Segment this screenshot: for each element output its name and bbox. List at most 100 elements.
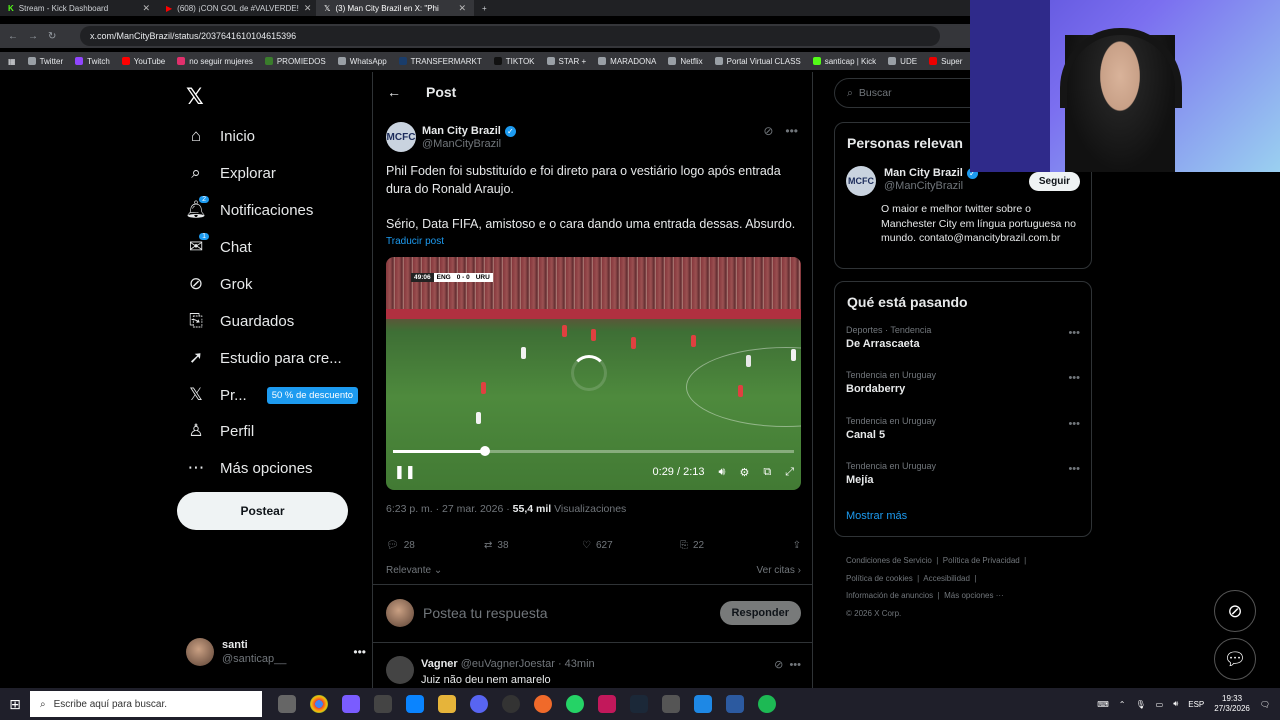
pip-icon[interactable]: ⧉ — [763, 466, 771, 479]
discord-icon[interactable] — [470, 695, 488, 713]
bookmark-action[interactable]: ⎘ 22 — [680, 540, 778, 551]
store-icon[interactable] — [406, 695, 424, 713]
back-icon[interactable]: ← — [8, 31, 20, 42]
author-avatar[interactable]: MCFC — [386, 122, 416, 152]
post-button[interactable]: Postear — [177, 492, 348, 530]
nav-item-explorar[interactable]: ⌕ Explorar — [186, 163, 276, 183]
grok-float-button[interactable]: ⊘ — [1214, 590, 1256, 632]
account-switcher[interactable]: santi @santicap__ ••• — [186, 638, 366, 666]
close-icon[interactable]: ✕ — [458, 3, 466, 14]
chrome-icon[interactable] — [310, 695, 328, 713]
trend-item[interactable]: Tendencia en Uruguay Mejía ••• — [846, 461, 1080, 486]
rel-handle[interactable]: @ManCityBrazil — [884, 180, 978, 192]
author-name[interactable]: Man City Brazil — [422, 124, 501, 138]
task-view-icon[interactable] — [278, 695, 296, 713]
nav-item-mas-opciones[interactable]: ⋯ Más opciones — [186, 458, 313, 478]
nav-item-notificaciones[interactable]: 🔔︎ 2 Notificaciones — [185, 196, 313, 220]
post-author[interactable]: MCFC Man City Brazil ✓ @ManCityBrazil — [386, 122, 516, 152]
relevant-person[interactable]: MCFC Man City Brazil ✓ @ManCityBrazil — [846, 166, 978, 196]
taskbar-search-input[interactable]: ⌕ Escribe aquí para buscar. — [30, 691, 262, 717]
more-icon[interactable]: ••• — [353, 645, 366, 659]
url-field[interactable]: x.com/ManCityBrazil/status/2037641610104… — [80, 26, 940, 46]
microphone-icon[interactable]: 🎙︎ — [1135, 700, 1145, 709]
shield-icon[interactable] — [726, 695, 744, 713]
app-icon[interactable] — [374, 695, 392, 713]
nav-item-chat[interactable]: ✉ 1 Chat — [186, 233, 252, 257]
chevron-up-icon[interactable]: ⌃ — [1119, 700, 1126, 709]
network-icon[interactable]: ▭ — [1156, 700, 1164, 709]
nav-item-premium[interactable]: 𝕏 Pr... 50 % de descuento — [186, 385, 359, 405]
footer-link[interactable]: Información de anuncios — [846, 591, 933, 600]
pause-icon[interactable]: ❚❚ — [394, 464, 416, 480]
show-more-link[interactable]: Mostrar más — [846, 510, 907, 522]
reply-input[interactable]: Postea tu respuesta — [423, 605, 548, 621]
like-action[interactable]: ♡ 627 — [582, 540, 680, 551]
author-handle[interactable]: @ManCityBrazil — [422, 138, 516, 150]
reload-icon[interactable]: ↻ — [48, 31, 60, 42]
close-icon[interactable]: ✕ — [304, 3, 312, 14]
bookmark-item[interactable]: Twitter — [27, 57, 63, 66]
footer-link[interactable]: Política de cookies — [846, 574, 913, 583]
bookmark-item[interactable]: Portal Virtual CLASS — [714, 57, 801, 66]
video-player[interactable]: 49:06 ENG 0 - 0 URU ❚❚ 0:29 / 2:13 🔊︎ ⚙ … — [386, 257, 801, 490]
reply-author-name[interactable]: Vagner — [421, 658, 458, 670]
folder-icon[interactable] — [438, 695, 456, 713]
obs-icon[interactable] — [502, 695, 520, 713]
rel-name[interactable]: Man City Brazil — [884, 166, 963, 180]
author-avatar[interactable]: MCFC — [846, 166, 876, 196]
copilot-icon[interactable] — [342, 695, 360, 713]
sort-dropdown[interactable]: Relevante ⌄ — [386, 565, 442, 576]
reply-action[interactable]: 💬︎ 28 — [386, 540, 484, 551]
trend-item[interactable]: Deportes · Tendencia De Arrascaeta ••• — [846, 325, 1080, 350]
apps-icon[interactable]: ▦ — [8, 57, 16, 66]
bookmark-item[interactable]: TIKTOK — [493, 57, 535, 66]
close-icon[interactable]: ✕ — [142, 3, 150, 14]
grok-icon[interactable]: ⊘ — [763, 124, 773, 138]
more-icon[interactable]: ••• — [1068, 418, 1080, 430]
footer-link[interactable]: Más opciones ··· — [944, 591, 1004, 600]
video-progress-bar[interactable] — [393, 446, 794, 456]
app-icon[interactable] — [598, 695, 616, 713]
more-icon[interactable]: ••• — [789, 659, 801, 671]
grok-icon[interactable]: ⊘ — [774, 659, 783, 671]
bookmark-item[interactable]: Super — [929, 57, 962, 66]
app-icon[interactable] — [662, 695, 680, 713]
bookmark-item[interactable]: no seguir mujeres — [177, 57, 253, 66]
steam-icon[interactable] — [630, 695, 648, 713]
nav-item-inicio[interactable]: ⌂ Inicio — [186, 126, 255, 146]
volume-icon[interactable]: 🔊︎ — [1173, 699, 1178, 709]
quotes-link[interactable]: Ver citas › — [757, 565, 801, 576]
browser-tab-kick[interactable]: K Stream - Kick Dashboard ✕ — [0, 0, 158, 16]
app-icon[interactable] — [534, 695, 552, 713]
more-icon[interactable]: ••• — [1068, 372, 1080, 384]
more-icon[interactable]: ••• — [1068, 463, 1080, 475]
back-arrow-icon[interactable]: ← — [387, 84, 401, 100]
bookmark-item[interactable]: WhatsApp — [337, 57, 387, 66]
chat-float-button[interactable]: 💬︎ — [1214, 638, 1256, 680]
translate-link[interactable]: Traducir post — [386, 236, 444, 247]
trend-item[interactable]: Tendencia en Uruguay Bordaberry ••• — [846, 370, 1080, 395]
more-icon[interactable]: ••• — [1068, 327, 1080, 339]
bookmark-item[interactable]: UDE — [888, 57, 917, 66]
bookmark-item[interactable]: PROMIEDOS — [264, 57, 326, 66]
footer-link[interactable]: Accesibilidad — [923, 574, 970, 583]
browser-tab-youtube[interactable]: ▶ (608) ¡CON GOL de #VALVERDE! ✕ — [158, 0, 316, 16]
avatar[interactable] — [386, 656, 414, 684]
forward-icon[interactable]: → — [28, 31, 40, 42]
settings-icon[interactable]: ⚙ — [739, 466, 749, 479]
bookmark-item[interactable]: STAR + — [546, 57, 586, 66]
reply-button[interactable]: Responder — [719, 601, 801, 625]
bookmark-item[interactable]: Twitch — [75, 57, 110, 66]
volume-icon[interactable]: 🔊︎ — [719, 466, 726, 479]
fullscreen-icon[interactable]: ⤢ — [785, 466, 794, 479]
app-icon[interactable] — [694, 695, 712, 713]
repost-action[interactable]: ⇄ 38 — [484, 540, 582, 551]
whatsapp-icon[interactable] — [566, 695, 584, 713]
footer-link[interactable]: Condiciones de Servicio — [846, 556, 932, 565]
bookmark-item[interactable]: TRANSFERMARKT — [398, 57, 482, 66]
language-indicator[interactable]: ESP — [1188, 700, 1204, 709]
more-icon[interactable]: ••• — [785, 124, 798, 138]
spotify-icon[interactable] — [758, 695, 776, 713]
share-action[interactable]: ⇪ — [793, 540, 801, 551]
bookmark-item[interactable]: YouTube — [121, 57, 165, 66]
